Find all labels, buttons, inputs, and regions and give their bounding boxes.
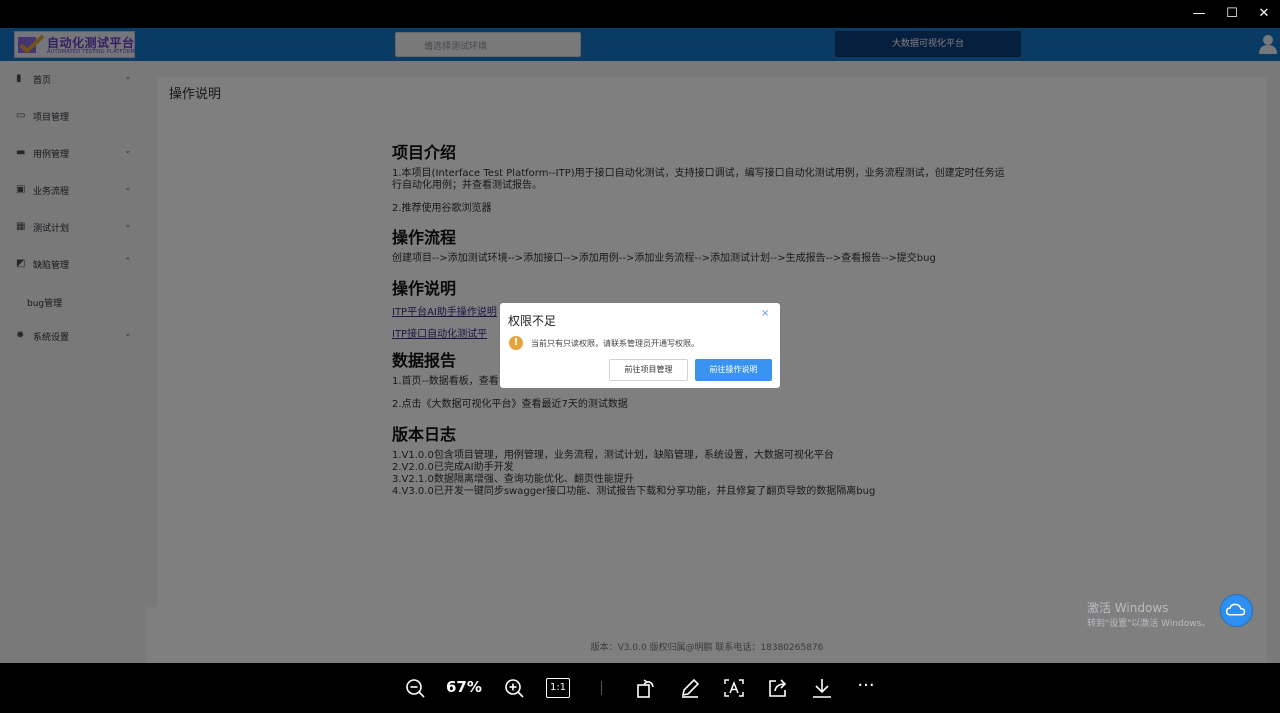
maximize-button[interactable]: ☐ bbox=[1222, 4, 1242, 24]
cloud-icon bbox=[1225, 603, 1246, 616]
edit-pen-icon[interactable] bbox=[678, 677, 702, 699]
viewer-toolbar: 67% 1:1 ··· bbox=[0, 663, 1280, 713]
zoom-in-icon[interactable] bbox=[502, 677, 526, 699]
dialog-message: 当前只有只读权限，请联系管理员开通写权限。 bbox=[531, 339, 699, 348]
zoom-out-icon[interactable] bbox=[403, 677, 427, 699]
go-operation-guide-button[interactable]: 前往操作说明 bbox=[695, 359, 772, 381]
more-options-icon[interactable]: ··· bbox=[854, 677, 878, 699]
rotate-icon[interactable] bbox=[634, 677, 658, 699]
text-recognize-icon[interactable] bbox=[722, 677, 746, 699]
toolbar-divider bbox=[601, 681, 602, 695]
close-window-button[interactable]: ✕ bbox=[1254, 4, 1274, 24]
viewer-titlebar: — ☐ ✕ bbox=[0, 0, 1280, 28]
actual-size-button[interactable]: 1:1 bbox=[546, 678, 570, 698]
warning-icon: ! bbox=[509, 336, 523, 350]
go-project-management-button[interactable]: 前往项目管理 bbox=[609, 359, 688, 381]
permission-dialog: 权限不足 × ! 当前只有只读权限，请联系管理员开通写权限。 前往项目管理 前往… bbox=[500, 303, 780, 388]
share-icon[interactable] bbox=[766, 677, 790, 699]
download-icon[interactable] bbox=[810, 677, 834, 699]
activation-line-1: 激活 Windows bbox=[1087, 601, 1169, 615]
close-icon[interactable]: × bbox=[761, 308, 769, 319]
cloud-assistant-button[interactable] bbox=[1220, 594, 1253, 627]
minimize-button[interactable]: — bbox=[1189, 4, 1209, 24]
web-page: 自动化测试平台 AUTOMATED TESTING PLATFORM 请选择测试… bbox=[0, 28, 1280, 663]
activation-line-2: 转到"设置"以激活 Windows。 bbox=[1087, 619, 1211, 629]
windows-activation-watermark: 激活 Windows 转到"设置"以激活 Windows。 bbox=[1087, 599, 1210, 629]
dialog-title: 权限不足 bbox=[508, 314, 557, 328]
zoom-level: 67% bbox=[446, 678, 482, 696]
